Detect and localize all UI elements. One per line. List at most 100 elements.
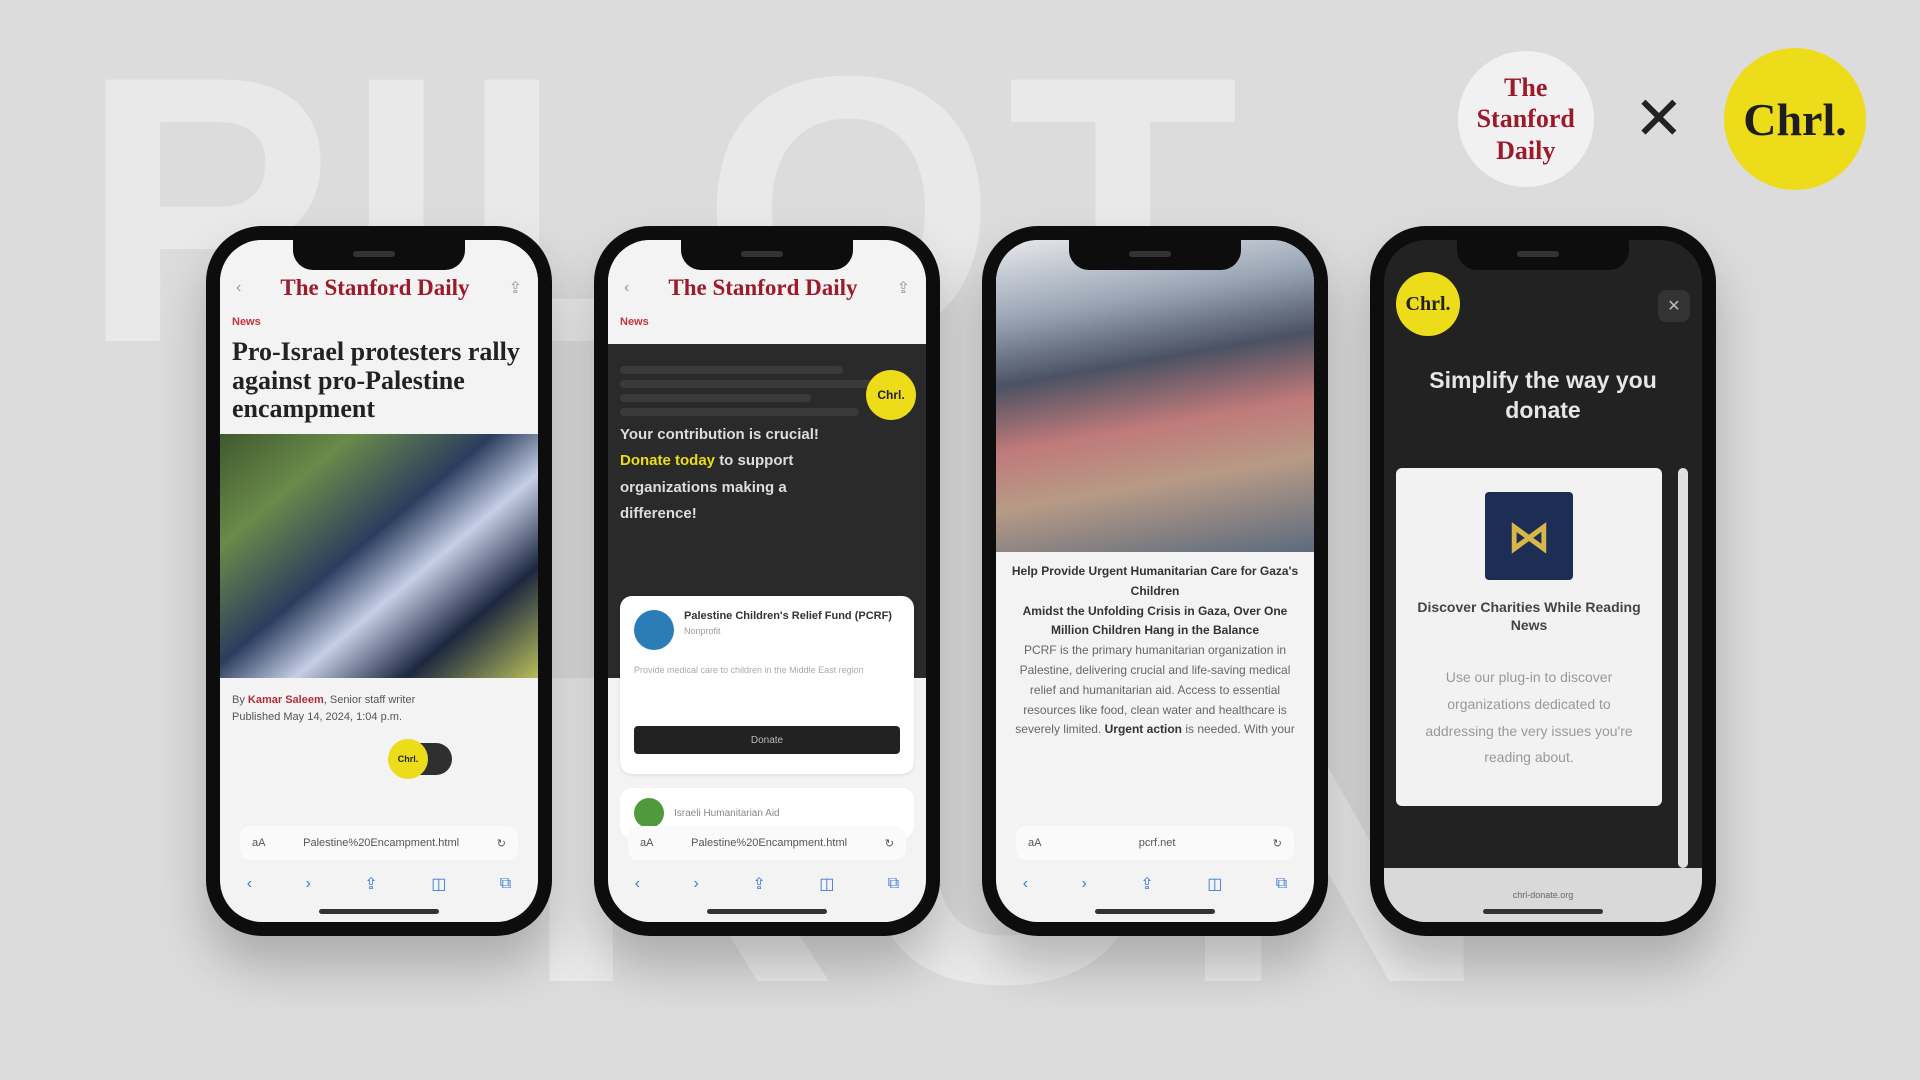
charity-article-subtitle: Amidst the Unfolding Crisis in Gaza, Ove… bbox=[1022, 603, 1288, 638]
charity-name: Israeli Humanitarian Aid bbox=[674, 807, 780, 819]
author-title: Senior staff writer bbox=[329, 693, 416, 706]
feature-title: Discover Charities While Reading News bbox=[1417, 599, 1641, 634]
humanitarian-photo bbox=[996, 240, 1314, 552]
back-arrow-icon[interactable]: ‹ bbox=[624, 279, 629, 297]
tabs-icon[interactable]: ⧉ bbox=[1276, 875, 1287, 893]
phone-4-screen: Chrl. ✕ Simplify the way you donate ⋈ Di… bbox=[1384, 240, 1702, 922]
share-icon[interactable]: ⇪ bbox=[752, 874, 765, 894]
back-arrow-icon[interactable]: ‹ bbox=[236, 279, 241, 297]
charity-card-head: Palestine Children's Relief Fund (PCRF) … bbox=[634, 610, 900, 650]
tabs-icon[interactable]: ⧉ bbox=[500, 875, 511, 893]
text-size-icon[interactable]: aA bbox=[252, 837, 265, 849]
url-text[interactable]: Palestine%20Encampment.html bbox=[691, 837, 847, 849]
home-indicator bbox=[1483, 909, 1603, 914]
chrl-pill-badge[interactable]: Chrl. bbox=[388, 739, 428, 779]
share-icon[interactable]: ⇪ bbox=[364, 874, 377, 894]
phone-3-screen: Help Provide Urgent Humanitarian Care fo… bbox=[996, 240, 1314, 922]
safari-toolbar: ‹ › ⇪ ◫ ⧉ bbox=[220, 864, 538, 904]
prompt-prefix: Your contribution is crucial! bbox=[620, 426, 819, 443]
charity-description: Provide medical care to children in the … bbox=[634, 665, 864, 675]
stanford-daily-logo: The Stanford Daily bbox=[1457, 51, 1594, 187]
bookmarks-icon[interactable]: ◫ bbox=[819, 874, 834, 894]
home-indicator bbox=[319, 909, 439, 914]
collaboration-x-icon: ✕ bbox=[1633, 84, 1684, 154]
photo-caption bbox=[220, 678, 538, 690]
tabs-icon[interactable]: ⧉ bbox=[888, 875, 899, 893]
phone-1: ‹ The Stanford Daily ⇪ News Pro-Israel p… bbox=[206, 226, 552, 936]
masthead[interactable]: The Stanford Daily bbox=[668, 275, 857, 301]
bookmarks-icon[interactable]: ◫ bbox=[431, 874, 446, 894]
reload-icon[interactable]: ↻ bbox=[497, 837, 506, 850]
url-text[interactable]: Palestine%20Encampment.html bbox=[303, 837, 459, 849]
article-byline: By Kamar Saleem, Senior staff writer Pub… bbox=[232, 693, 416, 724]
charity-logo bbox=[634, 798, 664, 828]
notch bbox=[293, 240, 465, 270]
phone-1-screen: ‹ The Stanford Daily ⇪ News Pro-Israel p… bbox=[220, 240, 538, 922]
placeholder-line bbox=[620, 408, 859, 416]
chrl-floating-pill[interactable]: Chrl. bbox=[388, 739, 452, 779]
charity-article-title: Help Provide Urgent Humanitarian Care fo… bbox=[1011, 564, 1299, 598]
notch bbox=[1457, 240, 1629, 270]
author-link[interactable]: Kamar Saleem bbox=[248, 694, 324, 706]
donate-button[interactable]: Donate bbox=[634, 726, 900, 754]
placeholder-line bbox=[620, 366, 843, 374]
chrl-badge[interactable]: Chrl. bbox=[1396, 272, 1460, 336]
close-button[interactable]: ✕ bbox=[1658, 290, 1690, 322]
section-kicker[interactable]: News bbox=[608, 310, 926, 334]
safari-url-bar[interactable]: aA Palestine%20Encampment.html ↻ bbox=[628, 826, 906, 860]
body-end: is needed. With your bbox=[1185, 722, 1295, 737]
body-bold: Urgent action bbox=[1104, 722, 1182, 737]
forward-icon[interactable]: › bbox=[306, 875, 311, 893]
forward-icon[interactable]: › bbox=[694, 875, 699, 893]
charity-logo bbox=[634, 610, 674, 650]
charity-article-body: PCRF is the primary humanitarian organiz… bbox=[1008, 641, 1302, 740]
phone-2: ‹ The Stanford Daily ⇪ News Chrl. Your c… bbox=[594, 226, 940, 936]
back-icon[interactable]: ‹ bbox=[247, 875, 252, 893]
article-photo bbox=[220, 433, 538, 678]
notch bbox=[681, 240, 853, 270]
donation-prompt: Your contribution is crucial! Donate tod… bbox=[620, 422, 866, 527]
scrollbar[interactable] bbox=[1678, 468, 1688, 868]
section-kicker[interactable]: News bbox=[220, 310, 538, 334]
home-indicator bbox=[1095, 909, 1215, 914]
notch bbox=[1069, 240, 1241, 270]
feature-card: ⋈ Discover Charities While Reading News … bbox=[1396, 468, 1662, 806]
safari-url-bar[interactable]: aA Palestine%20Encampment.html ↻ bbox=[240, 826, 518, 860]
chrl-badge[interactable]: Chrl. bbox=[866, 370, 916, 420]
safari-toolbar: ‹ › ⇪ ◫ ⧉ bbox=[996, 864, 1314, 904]
onboarding-title: Simplify the way you donate bbox=[1429, 367, 1657, 423]
donate-today-link[interactable]: Donate today bbox=[620, 452, 715, 469]
phone-4: Chrl. ✕ Simplify the way you donate ⋈ Di… bbox=[1370, 226, 1716, 936]
safari-toolbar: ‹ › ⇪ ◫ ⧉ bbox=[608, 864, 926, 904]
charity-card[interactable]: Palestine Children's Relief Fund (PCRF) … bbox=[620, 596, 914, 774]
article-headline: Pro-Israel protesters rally against pro-… bbox=[232, 337, 520, 424]
masthead[interactable]: The Stanford Daily bbox=[280, 275, 469, 301]
reload-icon[interactable]: ↻ bbox=[1273, 837, 1282, 850]
charity-type: Nonprofit bbox=[684, 626, 721, 636]
text-size-icon[interactable]: aA bbox=[640, 837, 653, 849]
feature-description: Use our plug-in to discover organization… bbox=[1425, 669, 1633, 766]
share-icon[interactable]: ⇪ bbox=[897, 278, 910, 298]
share-icon[interactable]: ⇪ bbox=[1140, 874, 1153, 894]
phone-3: Help Provide Urgent Humanitarian Care fo… bbox=[982, 226, 1328, 936]
url-text[interactable]: pcrf.net bbox=[1139, 837, 1176, 849]
charity-article: Help Provide Urgent Humanitarian Care fo… bbox=[996, 552, 1314, 750]
url-text[interactable]: chrl-donate.org bbox=[1513, 890, 1574, 900]
text-size-icon[interactable]: aA bbox=[1028, 837, 1041, 849]
reload-icon[interactable]: ↻ bbox=[885, 837, 894, 850]
forward-icon[interactable]: › bbox=[1082, 875, 1087, 893]
safari-url-bar[interactable]: aA pcrf.net ↻ bbox=[1016, 826, 1294, 860]
partner-logos: The Stanford Daily ✕ Chrl. bbox=[1457, 48, 1866, 190]
publish-date: Published May 14, 2024, 1:04 p.m. bbox=[232, 711, 402, 724]
share-icon[interactable]: ⇪ bbox=[509, 278, 522, 298]
charity-name: Palestine Children's Relief Fund (PCRF) bbox=[684, 610, 892, 622]
placeholder-line bbox=[620, 380, 875, 388]
back-icon[interactable]: ‹ bbox=[1023, 875, 1028, 893]
bookmarks-icon[interactable]: ◫ bbox=[1207, 874, 1222, 894]
placeholder-line bbox=[620, 394, 811, 402]
back-icon[interactable]: ‹ bbox=[635, 875, 640, 893]
home-indicator bbox=[707, 909, 827, 914]
plugin-feature-icon: ⋈ bbox=[1485, 492, 1573, 580]
chrl-logo: Chrl. bbox=[1724, 48, 1866, 190]
phone-2-screen: ‹ The Stanford Daily ⇪ News Chrl. Your c… bbox=[608, 240, 926, 922]
